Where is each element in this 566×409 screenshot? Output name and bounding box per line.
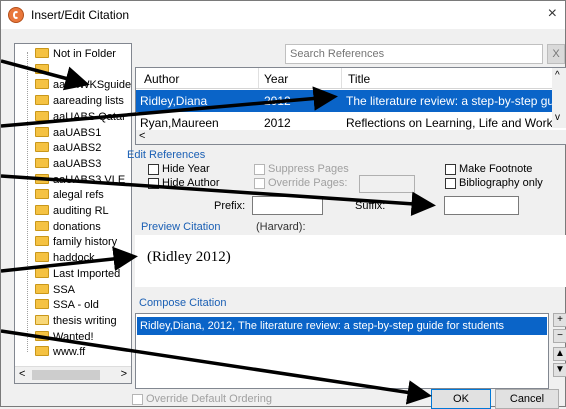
annotation-arrows <box>1 59 436 405</box>
arrow-to-suffix <box>1 174 436 217</box>
arrow-to-reference <box>1 86 338 128</box>
insert-edit-citation-dialog: Insert/Edit Citation × Not in Folder aaaR… <box>0 0 566 409</box>
arrow-to-ok <box>1 329 432 405</box>
arrow-to-preview <box>1 246 138 273</box>
arrow-to-folder <box>1 59 90 91</box>
